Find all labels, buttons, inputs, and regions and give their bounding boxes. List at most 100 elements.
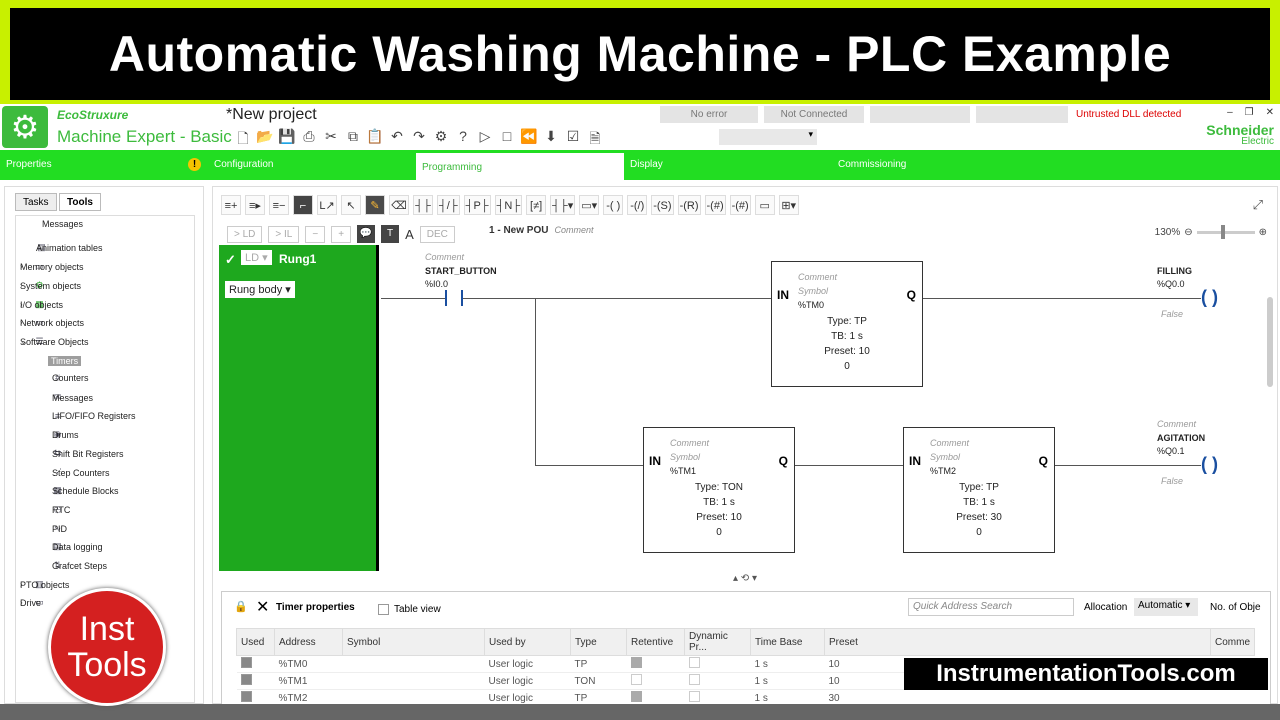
close-icon[interactable]: ✕: [256, 597, 269, 617]
tree-item-memory-objects[interactable]: › ▭ Memory objects: [20, 261, 84, 272]
tab-programming[interactable]: Programming: [416, 150, 624, 180]
comment-toggle-icon[interactable]: 💬: [357, 225, 376, 243]
used-checkbox[interactable]: [240, 674, 252, 685]
tree-item-drive[interactable]: › ▭ Drive: [20, 597, 45, 608]
quick-address-search-input[interactable]: Quick Address Search: [908, 598, 1074, 616]
insert-rung-icon[interactable]: ≡+: [221, 195, 241, 215]
copy-icon[interactable]: ⧉: [344, 128, 362, 152]
tree-item-system-objects[interactable]: › ⚙ System objects: [20, 280, 81, 291]
restore-icon[interactable]: ❐: [1245, 107, 1254, 118]
tree-item-drums[interactable]: ◉ Drums: [52, 429, 79, 440]
checkmark-icon[interactable]: ✓: [225, 252, 236, 268]
no-contact[interactable]: [445, 290, 463, 306]
compare-block-icon[interactable]: [≠]: [526, 195, 547, 215]
controller-combo[interactable]: ▾: [719, 129, 817, 145]
rung-name[interactable]: Rung1: [279, 252, 316, 266]
coil-agitation[interactable]: ( ): [1201, 454, 1218, 475]
zoom-out-icon[interactable]: ⊖: [1184, 227, 1192, 238]
tab-configuration[interactable]: Configuration: [208, 150, 416, 180]
expand-icon[interactable]: ⤢: [1253, 197, 1263, 213]
eraser-icon[interactable]: ⌫: [389, 195, 409, 215]
help-icon[interactable]: ?: [454, 128, 472, 152]
tree-item-rtc[interactable]: ◷ RTC: [52, 504, 70, 515]
font-size-icon[interactable]: A: [405, 227, 414, 242]
col-symbol[interactable]: Symbol: [342, 628, 485, 656]
minus-button[interactable]: −: [305, 225, 326, 243]
col-retentive[interactable]: Retentive: [626, 628, 685, 656]
symbol-cell[interactable]: [342, 672, 485, 690]
rung-body-select[interactable]: Rung body ▾: [225, 281, 295, 298]
col-type[interactable]: Type: [570, 628, 627, 656]
rewind-icon[interactable]: ⏪: [520, 128, 538, 152]
link-tool-icon[interactable]: L↗: [317, 195, 337, 215]
tab-display[interactable]: Display: [624, 150, 832, 180]
print-icon[interactable]: ⎙: [300, 128, 318, 152]
ld-button[interactable]: > LD: [227, 225, 263, 243]
table-view-checkbox[interactable]: [378, 604, 389, 615]
line-tool-icon[interactable]: ⌐: [293, 195, 313, 215]
document-icon[interactable]: 🗎: [586, 128, 604, 152]
plus-button[interactable]: +: [331, 225, 352, 243]
timer-block-tm2[interactable]: Comment Symbol IN Q %TM2 Type: TP TB: 1 …: [903, 427, 1055, 553]
il-button[interactable]: > IL: [268, 225, 300, 243]
col-dynamic[interactable]: Dynamic Pr...: [684, 628, 751, 656]
insert-rung-after-icon[interactable]: ≡▸: [245, 195, 265, 215]
tree-item-step-counters[interactable]: ⋰ Step Counters: [52, 467, 110, 478]
col-comment[interactable]: Comme: [1209, 628, 1256, 656]
col-used[interactable]: Used: [236, 628, 275, 656]
tree-item-timers[interactable]: ◴Timers: [48, 355, 82, 366]
download-icon[interactable]: ⬇: [542, 128, 560, 152]
tree-item-counters[interactable]: # Counters: [52, 373, 89, 383]
coil-filling[interactable]: ( ): [1201, 287, 1218, 308]
redo-icon[interactable]: ↷: [410, 128, 428, 152]
zoom-in-icon[interactable]: ⊕: [1259, 227, 1267, 238]
tree-item-schedule-blocks[interactable]: ▦ Schedule Blocks: [52, 485, 119, 496]
used-checkbox[interactable]: [240, 691, 252, 702]
timebase-cell[interactable]: 1 s: [750, 672, 825, 690]
paste-icon[interactable]: 📋: [366, 128, 384, 152]
tree-item-animation-tables[interactable]: ▤ Animation tables: [36, 242, 103, 253]
retentive-cell[interactable]: [626, 672, 685, 690]
cursor-icon[interactable]: ↖: [341, 195, 361, 215]
set-coil-icon[interactable]: -(S): [651, 195, 674, 215]
minimize-icon[interactable]: –: [1227, 107, 1233, 118]
falling-contact-icon[interactable]: ┤N├: [494, 195, 523, 215]
dynamic-checkbox[interactable]: [688, 674, 700, 685]
dec-button[interactable]: DEC: [419, 225, 455, 243]
type-cell[interactable]: TP: [570, 655, 627, 673]
tree-item-pto[interactable]: › ▥ PTO objects: [20, 579, 69, 590]
rung-language-select[interactable]: LD ▾: [241, 250, 272, 265]
cut-icon[interactable]: ✂: [322, 128, 340, 152]
function-block-icon[interactable]: ▭▾: [579, 195, 600, 215]
timebase-cell[interactable]: 1 s: [750, 655, 825, 673]
lock-icon[interactable]: 🔒: [234, 600, 248, 613]
used-checkbox[interactable]: [240, 657, 252, 668]
used-cell[interactable]: [236, 655, 275, 673]
stop-icon[interactable]: □: [498, 128, 516, 152]
col-time-base[interactable]: Time Base: [750, 628, 825, 656]
col-used-by[interactable]: Used by: [484, 628, 571, 656]
tree-item-network-objects[interactable]: › ▭ Network objects: [20, 317, 84, 328]
tree-item-grafcet[interactable]: ⇅ Grafcet Steps: [52, 560, 107, 571]
settings-icon[interactable]: ⚙: [432, 128, 450, 152]
tab-properties[interactable]: Properties!: [0, 150, 208, 180]
retentive-checkbox[interactable]: [630, 691, 642, 702]
tree-item-data-logging[interactable]: ▤ Data logging: [52, 541, 103, 552]
check-icon[interactable]: ☑: [564, 128, 582, 152]
save-icon[interactable]: 💾: [278, 128, 296, 152]
jump-coil-icon[interactable]: -(#): [729, 195, 751, 215]
dynamic-checkbox[interactable]: [688, 657, 700, 668]
add-block-icon[interactable]: ⊞▾: [778, 195, 799, 215]
dynamic-cell[interactable]: [684, 655, 751, 673]
tree-item-software-objects[interactable]: ⌄ ☰ Software Objects: [20, 336, 89, 347]
tab-tools[interactable]: Tools: [59, 193, 101, 211]
retentive-checkbox[interactable]: [630, 674, 642, 685]
new-file-icon[interactable]: 🗋: [234, 128, 252, 152]
pos-coil-icon[interactable]: -(#): [704, 195, 726, 215]
undo-icon[interactable]: ↶: [388, 128, 406, 152]
col-address[interactable]: Address: [274, 628, 343, 656]
coil-icon[interactable]: -( ): [603, 195, 624, 215]
tree-item-pid[interactable]: ∿ PID: [52, 523, 67, 534]
symbol-cell[interactable]: [342, 655, 485, 673]
pencil-icon[interactable]: ✎: [365, 195, 385, 215]
